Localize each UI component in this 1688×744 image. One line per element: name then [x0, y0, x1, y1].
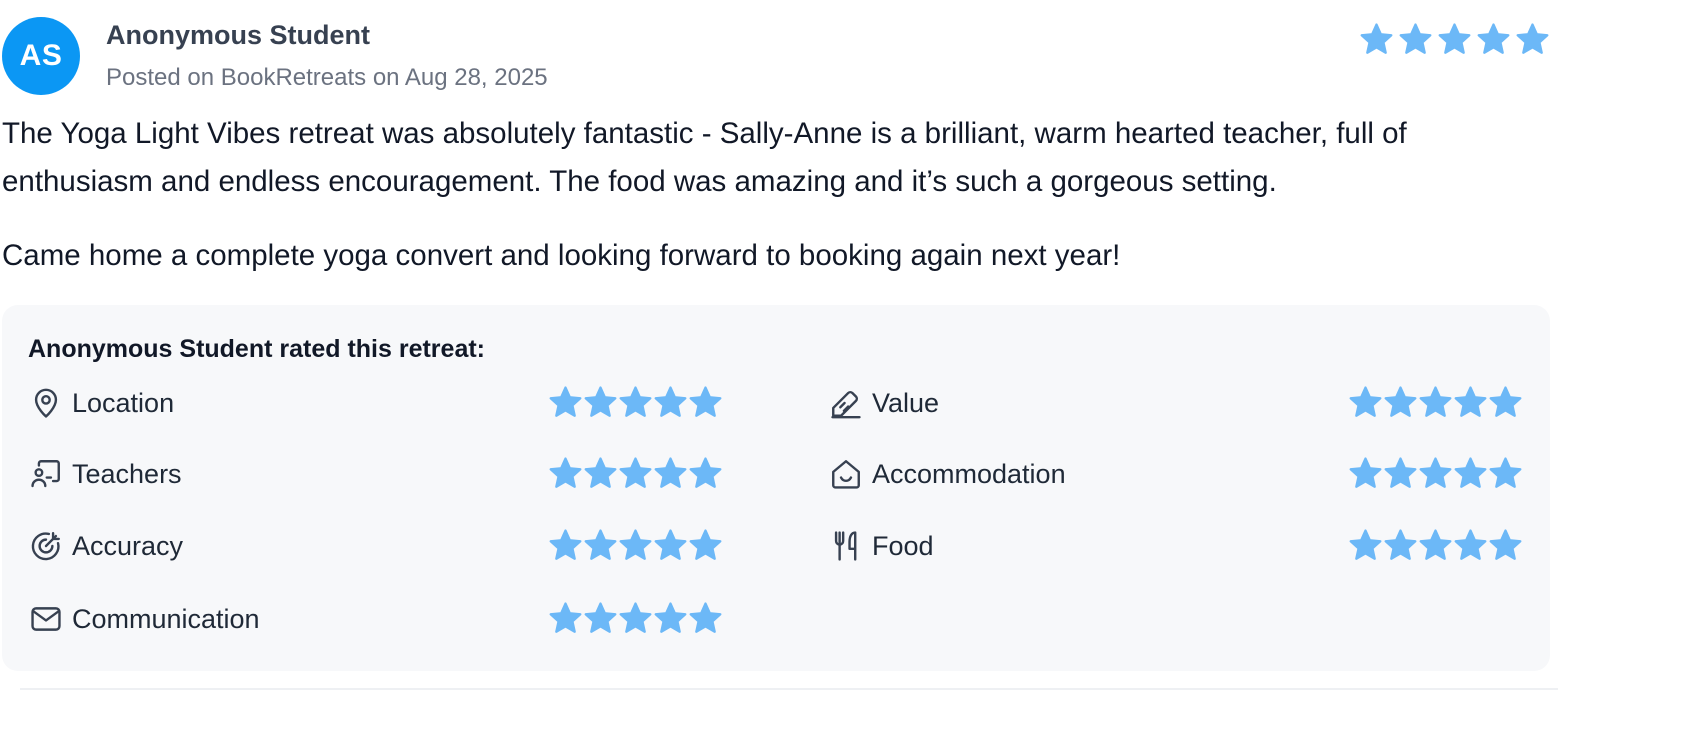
star-filled-icon — [1383, 456, 1418, 491]
review-paragraph: Came home a complete yoga convert and lo… — [2, 239, 1121, 272]
target-icon — [28, 528, 64, 564]
star-filled-icon — [548, 528, 583, 563]
star-filled-icon — [1437, 22, 1472, 57]
star-filled-icon — [1359, 22, 1394, 57]
teacher-icon — [28, 456, 64, 492]
rating-label: Communication — [72, 603, 260, 634]
star-filled-icon — [1488, 385, 1523, 420]
star-filled-icon — [1383, 385, 1418, 420]
rating-stars-food — [1348, 528, 1523, 563]
star-filled-icon — [1383, 528, 1418, 563]
map-pin-icon — [28, 385, 64, 421]
utensils-icon — [828, 528, 864, 564]
star-filled-icon — [618, 456, 653, 491]
star-filled-icon — [1488, 528, 1523, 563]
divider — [20, 688, 1558, 690]
rating-label: Food — [872, 530, 934, 561]
star-filled-icon — [1488, 456, 1523, 491]
star-filled-icon — [1453, 385, 1488, 420]
review-card: AS Anonymous Student Posted on BookRetre… — [0, 0, 1688, 744]
star-filled-icon — [548, 601, 583, 636]
rating-stars-accuracy — [548, 528, 723, 563]
rating-row-accuracy: Accuracy — [28, 526, 183, 566]
rating-label: Accommodation — [872, 458, 1066, 489]
star-filled-icon — [1348, 528, 1383, 563]
star-filled-icon — [583, 385, 618, 420]
rating-row-value: Value — [828, 383, 939, 423]
rating-label: Location — [72, 387, 175, 418]
star-filled-icon — [583, 456, 618, 491]
star-filled-icon — [688, 456, 723, 491]
overall-rating-stars — [1359, 22, 1550, 57]
star-filled-icon — [548, 456, 583, 491]
rating-row-location: Location — [28, 383, 174, 423]
avatar-initials: AS — [19, 39, 63, 72]
rating-row-communication: Communication — [28, 599, 260, 639]
star-filled-icon — [1398, 22, 1433, 57]
star-filled-icon — [1348, 385, 1383, 420]
rating-stars-teachers — [548, 456, 723, 491]
ratings-title: Anonymous Student rated this retreat: — [28, 335, 485, 363]
rating-label: Accuracy — [72, 530, 184, 561]
star-filled-icon — [688, 601, 723, 636]
star-filled-icon — [618, 528, 653, 563]
envelope-icon — [28, 601, 64, 637]
star-filled-icon — [1418, 385, 1453, 420]
rating-row-accommodation: Accommodation — [828, 454, 1066, 494]
star-filled-icon — [583, 601, 618, 636]
rating-stars-communication — [548, 601, 723, 636]
star-filled-icon — [653, 385, 688, 420]
review-paragraph: The Yoga Light Vibes retreat was absolut… — [2, 117, 1407, 198]
star-filled-icon — [1515, 22, 1550, 57]
rating-label: Teachers — [72, 458, 182, 489]
rating-row-food: Food — [828, 526, 934, 566]
star-filled-icon — [653, 528, 688, 563]
avatar: AS — [2, 17, 80, 95]
star-filled-icon — [1453, 456, 1488, 491]
star-filled-icon — [583, 528, 618, 563]
star-filled-icon — [653, 601, 688, 636]
star-filled-icon — [618, 385, 653, 420]
category-ratings-panel: Anonymous Student rated this retreat: Lo… — [2, 305, 1550, 671]
star-filled-icon — [653, 456, 688, 491]
review-text: The Yoga Light Vibes retreat was absolut… — [2, 110, 1562, 306]
star-filled-icon — [1418, 528, 1453, 563]
rating-stars-accommodation — [1348, 456, 1523, 491]
star-filled-icon — [1476, 22, 1511, 57]
star-filled-icon — [1418, 456, 1453, 491]
price-tag-icon — [828, 385, 864, 421]
rating-stars-location — [548, 385, 723, 420]
star-filled-icon — [1453, 528, 1488, 563]
star-filled-icon — [688, 528, 723, 563]
star-filled-icon — [548, 385, 583, 420]
star-filled-icon — [618, 601, 653, 636]
rating-stars-value — [1348, 385, 1523, 420]
posted-date: Posted on BookRetreats on Aug 28, 2025 — [106, 64, 548, 91]
home-smile-icon — [828, 456, 864, 492]
rating-row-teachers: Teachers — [28, 454, 182, 494]
rating-label: Value — [872, 387, 940, 418]
reviewer-name: Anonymous Student — [106, 20, 370, 50]
star-filled-icon — [688, 385, 723, 420]
star-filled-icon — [1348, 456, 1383, 491]
